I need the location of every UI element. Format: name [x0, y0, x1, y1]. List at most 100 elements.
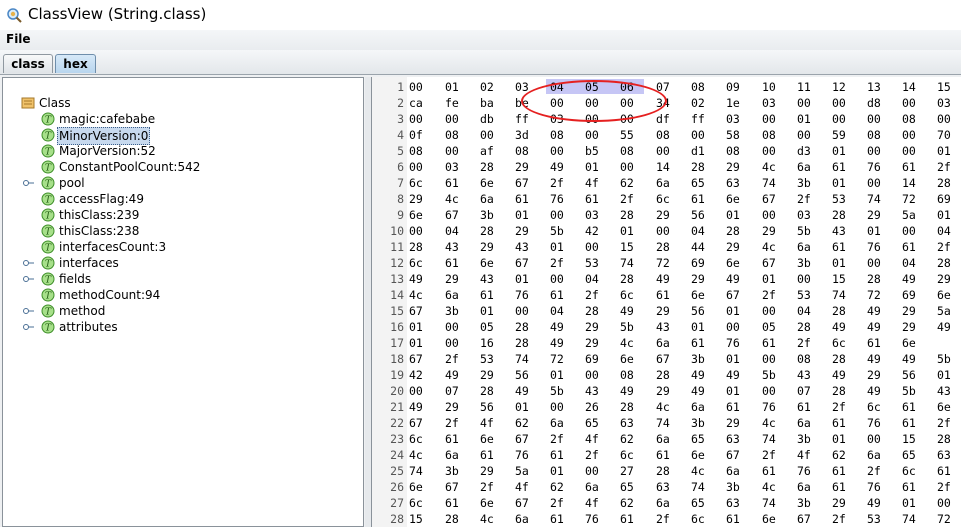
hex-byte[interactable]: 00 [585, 95, 609, 111]
hex-byte[interactable]: 63 [726, 431, 750, 447]
hex-byte[interactable]: 6e [409, 479, 433, 495]
hex-byte[interactable]: ff [691, 111, 715, 127]
hex-byte[interactable]: 28 [726, 223, 750, 239]
hex-byte[interactable]: 3b [726, 479, 750, 495]
hex-byte[interactable]: 42 [585, 223, 609, 239]
hex-byte[interactable]: 6a [797, 239, 821, 255]
hex-byte[interactable]: 00 [762, 207, 786, 223]
hex-byte[interactable]: 4c [409, 447, 433, 463]
hex-byte[interactable]: 5b [550, 223, 574, 239]
hex-byte[interactable]: 61 [726, 399, 750, 415]
hex-byte[interactable]: 00 [902, 223, 926, 239]
hex-byte[interactable]: 01 [937, 143, 961, 159]
hex-byte[interactable]: 49 [726, 271, 750, 287]
hex-byte[interactable]: 6a [585, 479, 609, 495]
hex-byte[interactable]: 00 [445, 319, 469, 335]
hex-byte[interactable]: 01 [726, 383, 750, 399]
hex-byte[interactable]: 15 [937, 79, 961, 95]
hex-byte[interactable]: 2f [937, 479, 961, 495]
hex-byte[interactable]: 26 [585, 399, 609, 415]
hex-byte[interactable]: 61 [585, 191, 609, 207]
hex-byte[interactable]: 61 [902, 479, 926, 495]
hex-byte[interactable]: 00 [585, 111, 609, 127]
hex-byte[interactable]: 72 [656, 255, 680, 271]
hex-byte[interactable]: 5b [620, 319, 644, 335]
hex-byte[interactable]: 6a [480, 191, 504, 207]
hex-byte[interactable]: 07 [445, 383, 469, 399]
hex-byte[interactable]: 61 [445, 495, 469, 511]
hex-byte[interactable]: 72 [867, 287, 891, 303]
hex-byte[interactable]: 65 [691, 431, 715, 447]
hex-byte[interactable]: 62 [620, 495, 644, 511]
hex-byte[interactable]: 76 [550, 191, 574, 207]
expand-toggle-icon[interactable] [22, 175, 36, 191]
hex-byte[interactable]: db [480, 111, 504, 127]
hex-byte[interactable]: 4f [515, 479, 539, 495]
hex-byte[interactable]: 76 [867, 415, 891, 431]
hex-byte[interactable]: 3b [797, 431, 821, 447]
hex-byte[interactable]: 08 [902, 111, 926, 127]
hex-byte[interactable]: 6a [867, 447, 891, 463]
hex-byte[interactable]: 03 [726, 111, 750, 127]
hex-byte[interactable]: 3b [691, 351, 715, 367]
hex-byte[interactable]: 15 [409, 511, 433, 527]
hex-byte[interactable]: 28 [585, 303, 609, 319]
hex-byte[interactable]: 00 [797, 127, 821, 143]
hex-byte[interactable]: 67 [762, 255, 786, 271]
hex-byte[interactable]: 3b [797, 175, 821, 191]
hex-byte[interactable]: 49 [867, 495, 891, 511]
hex-byte[interactable]: 00 [585, 463, 609, 479]
hex-byte[interactable]: 16 [480, 335, 504, 351]
menu-file[interactable]: File [6, 32, 31, 46]
hex-byte[interactable]: 74 [515, 351, 539, 367]
hex-byte[interactable]: 62 [620, 431, 644, 447]
hex-byte[interactable]: 6c [409, 255, 433, 271]
hex-byte[interactable]: 4c [445, 191, 469, 207]
hex-byte[interactable]: 4c [480, 511, 504, 527]
hex-byte[interactable]: 28 [480, 223, 504, 239]
hex-byte[interactable]: 43 [585, 383, 609, 399]
hex-byte[interactable]: 4c [762, 159, 786, 175]
hex-byte[interactable]: 5a [902, 207, 926, 223]
hex-byte[interactable]: 29 [726, 415, 750, 431]
hex-byte[interactable]: 2f [656, 511, 680, 527]
hex-byte[interactable]: 12 [832, 79, 856, 95]
hex-byte[interactable]: 00 [620, 159, 644, 175]
hex-byte[interactable]: 01 [409, 335, 433, 351]
hex-byte[interactable]: 28 [937, 175, 961, 191]
hex-byte[interactable]: 05 [585, 79, 609, 95]
hex-byte[interactable]: ba [480, 95, 504, 111]
hex-byte[interactable]: 01 [409, 319, 433, 335]
hex-byte[interactable]: 69 [937, 191, 961, 207]
hex-byte[interactable]: 28 [620, 207, 644, 223]
hex-byte[interactable]: 00 [445, 111, 469, 127]
hex-byte[interactable]: 29 [445, 399, 469, 415]
hex-byte[interactable]: 42 [409, 367, 433, 383]
hex-byte[interactable]: 28 [480, 383, 504, 399]
hex-byte[interactable]: 49 [550, 335, 574, 351]
hex-byte[interactable]: 61 [656, 287, 680, 303]
hex-byte[interactable]: 76 [867, 239, 891, 255]
hex-byte[interactable]: 04 [445, 223, 469, 239]
hex-byte[interactable]: 01 [937, 207, 961, 223]
hex-byte[interactable]: 43 [797, 367, 821, 383]
hex-byte[interactable]: 28 [480, 159, 504, 175]
hex-byte[interactable]: 01 [867, 223, 891, 239]
hex-byte[interactable]: 07 [656, 79, 680, 95]
hex-byte[interactable]: 28 [832, 303, 856, 319]
hex-byte[interactable]: ca [409, 95, 433, 111]
hex-byte[interactable]: d1 [691, 143, 715, 159]
hex-byte[interactable]: 04 [902, 255, 926, 271]
hex-byte[interactable]: 00 [867, 431, 891, 447]
hex-byte[interactable]: 67 [515, 175, 539, 191]
hex-byte[interactable]: 74 [656, 415, 680, 431]
hex-byte[interactable]: 55 [620, 127, 644, 143]
hex-byte[interactable]: 6a [797, 159, 821, 175]
hex-byte[interactable]: 28 [832, 351, 856, 367]
hex-byte[interactable]: 08 [656, 127, 680, 143]
hex-byte[interactable]: 28 [691, 159, 715, 175]
hex-byte[interactable]: 6a [445, 447, 469, 463]
hex-byte[interactable]: 01 [515, 271, 539, 287]
hex-byte[interactable]: 74 [691, 479, 715, 495]
hex-byte[interactable]: 01 [832, 431, 856, 447]
